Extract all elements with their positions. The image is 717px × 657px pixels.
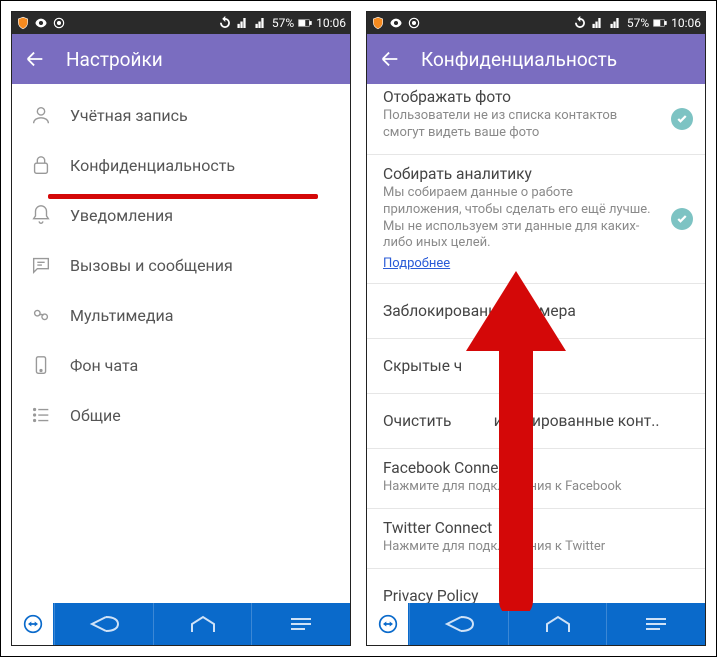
circle-icon bbox=[407, 16, 421, 30]
settings-item-label: Вызовы и сообщения bbox=[70, 256, 233, 275]
item-title: Скрытые ч bbox=[383, 357, 689, 375]
bell-icon bbox=[30, 204, 52, 226]
chat-icon bbox=[30, 254, 52, 276]
phone-right: 57% 10:06 Конфиденциальность Отображать … bbox=[366, 11, 706, 646]
settings-item-label: Фон чата bbox=[70, 356, 138, 375]
settings-item-general[interactable]: Общие bbox=[12, 390, 350, 440]
list-icon bbox=[30, 404, 52, 426]
shield-icon bbox=[371, 16, 385, 30]
app-bar: Настройки bbox=[12, 34, 350, 84]
media-icon bbox=[30, 304, 52, 326]
item-subtitle: Мы собираем данные о работе приложения, … bbox=[383, 185, 689, 253]
sync-icon bbox=[573, 16, 587, 30]
privacy-item-facebook[interactable]: Facebook Connect Нажмите для подключения… bbox=[367, 449, 705, 509]
item-subtitle: Пользователи не из списка контактов смог… bbox=[383, 108, 689, 142]
eye-icon bbox=[389, 16, 403, 30]
item-title: Privacy Policy bbox=[383, 587, 689, 603]
settings-item-label: Учётная запись bbox=[70, 106, 188, 125]
nav-recent-button[interactable] bbox=[252, 603, 350, 645]
item-title: Отображать фото bbox=[383, 88, 689, 106]
nav-back-button[interactable] bbox=[410, 603, 508, 645]
nav-home-button[interactable] bbox=[509, 603, 607, 645]
toggle-on[interactable] bbox=[671, 208, 693, 230]
page-title: Конфиденциальность bbox=[421, 48, 617, 71]
status-bar: 57% 10:06 bbox=[367, 12, 705, 34]
privacy-item-hidden-chats[interactable]: Скрытые ч bbox=[367, 339, 705, 394]
privacy-item-clear-trusted[interactable]: Очистить ифицированные конт.. bbox=[367, 394, 705, 449]
phone-left: 57% 10:06 Настройки Учётная запись Конфи… bbox=[11, 11, 351, 646]
signal-icon bbox=[609, 16, 623, 30]
settings-item-privacy[interactable]: Конфиденциальность bbox=[12, 140, 350, 190]
battery-icon bbox=[653, 16, 667, 30]
back-icon[interactable] bbox=[24, 48, 46, 70]
privacy-item-blocked-numbers[interactable]: Заблокированные номера bbox=[367, 284, 705, 339]
signal-icon bbox=[591, 16, 605, 30]
phone-icon bbox=[30, 354, 52, 376]
item-title: Заблокированные номера bbox=[383, 302, 689, 320]
settings-item-calls[interactable]: Вызовы и сообщения bbox=[12, 240, 350, 290]
toggle-on[interactable] bbox=[671, 108, 693, 130]
teamviewer-button[interactable] bbox=[367, 603, 409, 645]
page-title: Настройки bbox=[66, 48, 163, 71]
signal-icon bbox=[236, 16, 250, 30]
item-subtitle: Нажмите для подключения к Twitter bbox=[383, 539, 689, 556]
annotation-underline bbox=[48, 194, 318, 199]
user-icon bbox=[30, 104, 52, 126]
settings-list: Учётная запись Конфиденциальность Уведом… bbox=[12, 84, 350, 440]
settings-item-background[interactable]: Фон чата bbox=[12, 340, 350, 390]
settings-item-account[interactable]: Учётная запись bbox=[12, 90, 350, 140]
settings-item-label: Конфиденциальность bbox=[70, 156, 235, 175]
privacy-item-analytics[interactable]: Собирать аналитику Мы собираем данные о … bbox=[367, 155, 705, 285]
clock: 10:06 bbox=[316, 16, 346, 30]
signal-icon bbox=[254, 16, 268, 30]
privacy-list: Отображать фото Пользователи не из списк… bbox=[367, 84, 705, 603]
item-title: Очистить ифицированные конт.. bbox=[383, 412, 689, 430]
item-subtitle: Нажмите для подключения к Facebook bbox=[383, 479, 689, 496]
app-bar: Конфиденциальность bbox=[367, 34, 705, 84]
sync-icon bbox=[218, 16, 232, 30]
lock-icon bbox=[30, 154, 52, 176]
nav-back-button[interactable] bbox=[55, 603, 153, 645]
settings-item-label: Мультимедиа bbox=[70, 306, 173, 325]
settings-item-media[interactable]: Мультимедиа bbox=[12, 290, 350, 340]
battery-icon bbox=[298, 16, 312, 30]
nav-bar bbox=[367, 603, 705, 645]
settings-item-label: Уведомления bbox=[70, 206, 173, 225]
teamviewer-button[interactable] bbox=[12, 603, 54, 645]
nav-bar bbox=[12, 603, 350, 645]
privacy-item-show-photo[interactable]: Отображать фото Пользователи не из списк… bbox=[367, 84, 705, 155]
link-more[interactable]: Подробнее bbox=[383, 256, 450, 271]
item-title: Facebook Connect bbox=[383, 459, 689, 477]
clock: 10:06 bbox=[671, 16, 701, 30]
nav-recent-button[interactable] bbox=[607, 603, 705, 645]
settings-item-label: Общие bbox=[70, 406, 121, 425]
item-title: Собирать аналитику bbox=[383, 165, 689, 183]
back-icon[interactable] bbox=[379, 48, 401, 70]
status-bar: 57% 10:06 bbox=[12, 12, 350, 34]
privacy-item-twitter[interactable]: Twitter Connect Нажмите для подключения … bbox=[367, 509, 705, 569]
item-title: Twitter Connect bbox=[383, 519, 689, 537]
nav-home-button[interactable] bbox=[154, 603, 252, 645]
privacy-item-privacy-policy[interactable]: Privacy Policy bbox=[367, 569, 705, 603]
shield-icon bbox=[16, 16, 30, 30]
eye-icon bbox=[34, 16, 48, 30]
circle-icon bbox=[52, 16, 66, 30]
battery-percent: 57% bbox=[272, 16, 294, 30]
battery-percent: 57% bbox=[627, 16, 649, 30]
